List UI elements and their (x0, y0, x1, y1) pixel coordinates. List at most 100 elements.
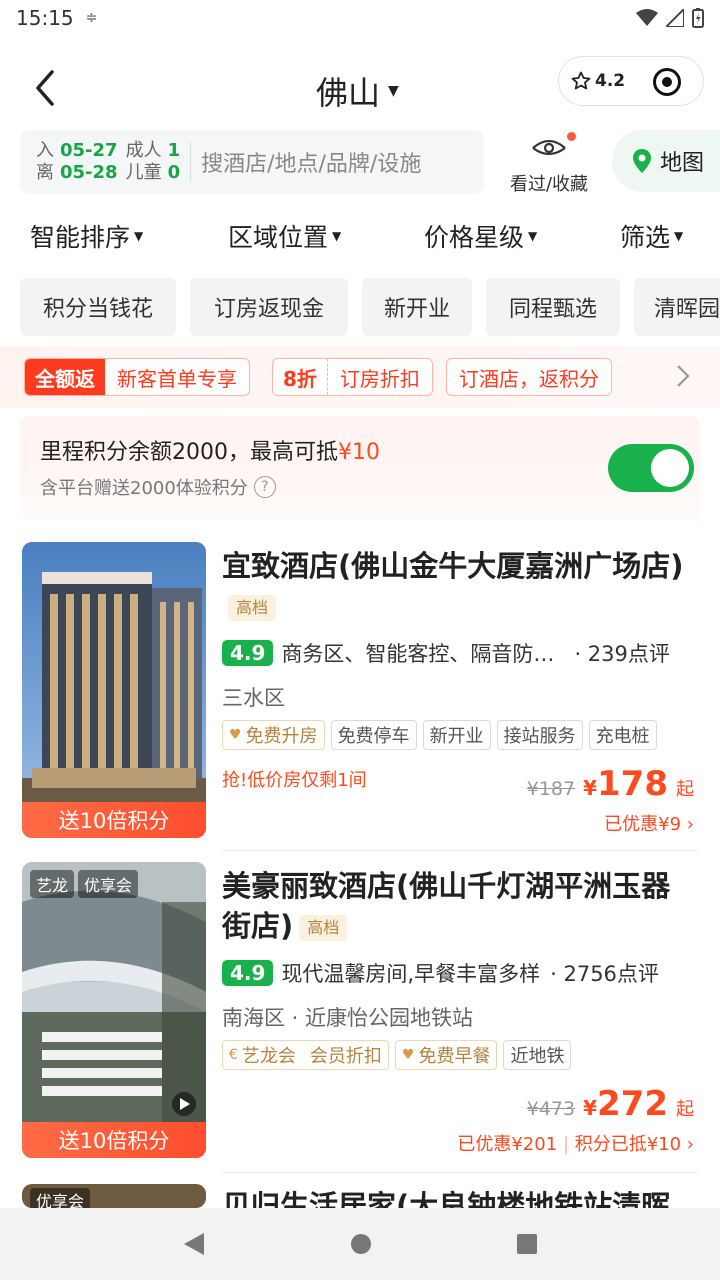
adults-label: 成人 (125, 140, 162, 161)
favorites-button[interactable]: 看过/收藏 (506, 132, 592, 196)
status-bar: 15:15 ≑ (0, 0, 720, 36)
help-icon[interactable]: ? (253, 476, 276, 498)
score-row: 4.9 商务区、智能客控、隔音防… · 239点评 (222, 638, 670, 668)
tag-pickup: 接站服务 (496, 720, 583, 750)
original-price: ¥473 (526, 1098, 576, 1120)
wifi-icon (636, 9, 658, 26)
current-price: ¥178 (583, 764, 668, 804)
search-input[interactable]: 搜酒店/地点/品牌/设施 (201, 146, 421, 178)
current-price: ¥272 (583, 1084, 668, 1124)
chip-new-open[interactable]: 新开业 (362, 278, 472, 336)
promo-highlight: 8折 (273, 359, 328, 395)
chip-selected[interactable]: 同程甄选 (486, 278, 620, 336)
hotel-card[interactable]: 艺龙 优享会 送10倍积分 美豪丽致酒店(佛山千灯湖平洲玉器街店) 高档 4.9 … (0, 862, 720, 1173)
promo-text: 新客首单专享 (117, 366, 237, 391)
tag-free-upgrade: ♥ 免费升房 (222, 720, 325, 750)
promo-tag-full-refund[interactable]: 全额返 新客首单专享 (24, 358, 250, 396)
sort-area-label: 区域位置 (228, 223, 329, 252)
hotel-name: 贝归生活居家(大良钟楼地铁站清晖 (222, 1189, 671, 1208)
hotel-building-image (22, 862, 206, 1158)
separator: | (562, 1134, 569, 1155)
tag-elong-member: € 艺龙会 会员折扣 (222, 1040, 389, 1070)
hotel-photo[interactable]: 送10倍积分 (22, 542, 206, 838)
map-label: 地图 (660, 151, 705, 176)
caret-down-icon: ▼ (134, 229, 144, 243)
score-badge: 4.9 (222, 960, 274, 986)
caret-down-icon: ▼ (332, 229, 342, 243)
hotel-building-image (22, 542, 206, 838)
tag-free-breakfast: ♥ 免费早餐 (394, 1040, 498, 1070)
promo-text: 订房折扣 (339, 366, 420, 391)
sync-icon: ≑ (85, 10, 98, 26)
photo-badges: 艺龙 优享会 (30, 870, 139, 898)
heart-icon: ♥ (401, 1047, 415, 1063)
hotel-tags: ♥ 免费升房 免费停车 新开业 接站服务 充电桩 (222, 720, 657, 750)
caret-down-icon: ▼ (674, 229, 684, 243)
map-button[interactable]: 地图 (612, 130, 720, 192)
nav-back-icon[interactable] (182, 1231, 206, 1257)
heart-icon: ♥ (229, 727, 242, 743)
children-label: 儿童 (125, 162, 162, 183)
points-subtitle: 含平台赠送2000体验积分 ? (40, 474, 276, 500)
price-suffix: 起 (676, 779, 694, 800)
promo-tag-discount[interactable]: 8折 订房折扣 (272, 358, 433, 396)
chevron-right-icon: › (686, 1134, 694, 1155)
mini-program-capsule: 4.2 (558, 56, 704, 106)
price-block: ¥187 ¥178 起 (527, 764, 694, 804)
chevron-right-icon[interactable] (676, 362, 690, 390)
review-count: · 239点评 (574, 642, 670, 666)
divider (222, 1172, 698, 1173)
hotel-highlights: 现代温馨房间,早餐丰富多样 (281, 962, 541, 986)
sort-area[interactable]: 区域位置 ▼ (228, 218, 341, 254)
favorites-label: 看过/收藏 (509, 174, 589, 195)
rating-button[interactable]: 4.2 (559, 71, 625, 91)
grade-badge: 高档 (228, 595, 277, 621)
tag-label: 艺龙会 (241, 1046, 296, 1067)
rating-value: 4.2 (595, 71, 626, 91)
sort-smart[interactable]: 智能排序 ▼ (30, 218, 143, 254)
adults-count: 1 (167, 140, 181, 161)
saved-amount: 已优惠¥201 | 积分已抵¥10 › (457, 1130, 694, 1156)
promo-banner[interactable]: 全额返 新客首单专享 8折 订房折扣 订酒店，返积分 (0, 346, 720, 408)
hotel-photo[interactable]: 优享会 (22, 1184, 206, 1208)
premium-badge: 优享会 (78, 870, 139, 898)
hotel-photo[interactable]: 艺龙 优享会 送10倍积分 (22, 862, 206, 1158)
urgency-text: 抢!低价房仅剩1间 (222, 770, 367, 791)
elong-badge: 艺龙 (30, 870, 75, 898)
star-icon (571, 71, 591, 90)
chip-points[interactable]: 积分当钱花 (20, 278, 176, 336)
quick-filter-chips: 积分当钱花 订房返现金 新开业 同程甄选 清晖园 (0, 278, 720, 336)
hotel-card[interactable]: 优享会 贝归生活居家(大良钟楼地铁站清晖 (0, 1184, 720, 1208)
nav-home-icon[interactable] (350, 1233, 372, 1255)
saved-text: 已优惠¥9 (604, 814, 682, 835)
hotel-name: 美豪丽致酒店(佛山千灯湖平洲玉器街店) 高档 (222, 866, 692, 946)
tag-label: 会员折扣 (309, 1046, 382, 1067)
tag-near-metro: 近地铁 (503, 1040, 572, 1070)
hotel-name: 宜致酒店(佛山金牛大厦嘉洲广场店) 高档 (222, 546, 692, 626)
premium-badge: 优享会 (30, 1188, 91, 1208)
date-guest-selector[interactable]: 入 05-27 成人 1 离 05-28 儿童 0 (20, 140, 180, 184)
location-pin-icon (633, 149, 651, 173)
saved-amount: 已优惠¥9 › (604, 810, 694, 836)
saved-text: 已优惠¥201 (457, 1134, 558, 1155)
chip-cashback[interactable]: 订房返现金 (190, 278, 348, 336)
target-icon[interactable] (653, 68, 681, 96)
city-label: 佛山 (316, 74, 381, 112)
sort-bar: 智能排序 ▼ 区域位置 ▼ 价格星级 ▼ 筛选 ▼ (0, 218, 720, 262)
points-title-text: 里程积分余额2000，最高可抵 (40, 440, 338, 465)
sort-filter[interactable]: 筛选 ▼ (620, 218, 683, 254)
points-toggle[interactable] (608, 444, 694, 492)
tag-label: 免费升房 (245, 726, 318, 747)
price-value: 178 (597, 764, 668, 804)
promo-tag-points[interactable]: 订酒店，返积分 (446, 358, 612, 396)
city-selector[interactable]: 佛山 ▼ (316, 68, 399, 114)
hotel-name-text: 美豪丽致酒店(佛山千灯湖平洲玉器街店) (222, 869, 671, 943)
signal-icon (666, 9, 684, 27)
chip-qinghui-garden[interactable]: 清晖园 (634, 278, 720, 336)
back-icon[interactable] (30, 68, 60, 108)
sort-price-star[interactable]: 价格星级 ▼ (424, 218, 537, 254)
points-card: 里程积分余额2000，最高可抵¥10 含平台赠送2000体验积分 ? (20, 416, 700, 520)
search-box[interactable]: 入 05-27 成人 1 离 05-28 儿童 0 搜酒店/地点/品牌/设施 (20, 130, 484, 194)
nav-recents-icon[interactable] (516, 1233, 538, 1255)
hotel-card[interactable]: 送10倍积分 宜致酒店(佛山金牛大厦嘉洲广场店) 高档 4.9 商务区、智能客控、… (0, 542, 720, 851)
